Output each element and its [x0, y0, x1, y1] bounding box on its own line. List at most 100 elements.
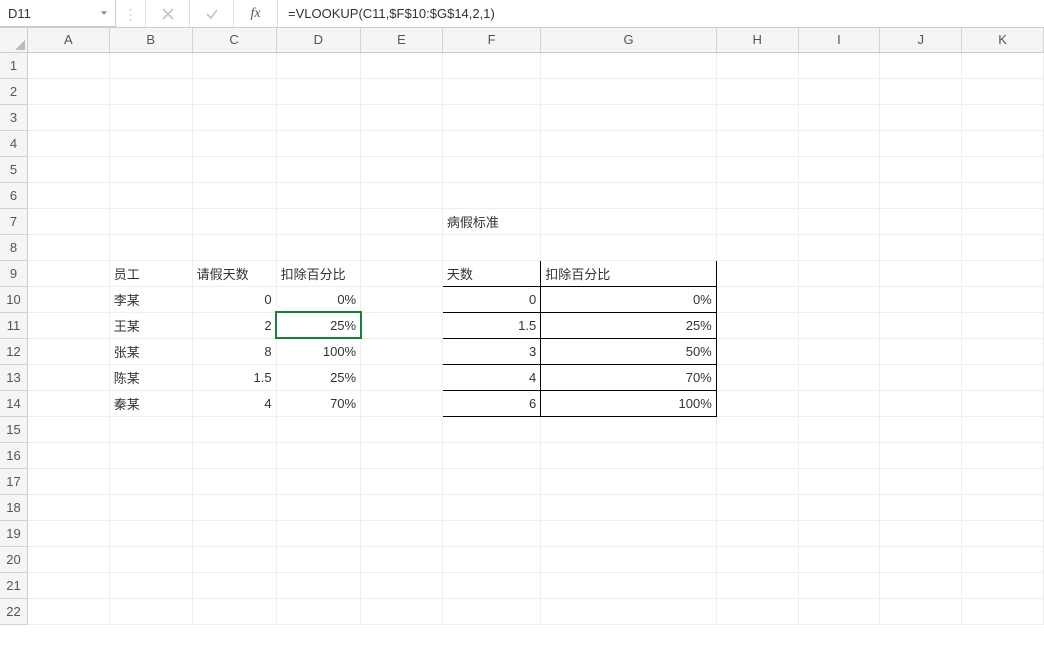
cell-F14[interactable]: 6	[442, 390, 540, 416]
cell-G13[interactable]: 70%	[541, 364, 717, 390]
cell-C13[interactable]: 1.5	[192, 364, 276, 390]
cell-D8[interactable]	[276, 234, 361, 260]
cell-H20[interactable]	[716, 546, 798, 572]
cell-F5[interactable]	[442, 156, 540, 182]
cell-E18[interactable]	[361, 494, 443, 520]
cell-I4[interactable]	[798, 130, 880, 156]
cell-E17[interactable]	[361, 468, 443, 494]
cell-G10[interactable]: 0%	[541, 286, 717, 312]
cell-K12[interactable]	[962, 338, 1044, 364]
cell-A22[interactable]	[27, 598, 109, 624]
cell-A10[interactable]	[27, 286, 109, 312]
cell-G6[interactable]	[541, 182, 717, 208]
cell-G17[interactable]	[541, 468, 717, 494]
cell-B18[interactable]	[109, 494, 192, 520]
name-box[interactable]: D11	[0, 0, 116, 27]
cell-H7[interactable]	[716, 208, 798, 234]
cell-I20[interactable]	[798, 546, 880, 572]
cell-D6[interactable]	[276, 182, 361, 208]
cell-D5[interactable]	[276, 156, 361, 182]
cell-B16[interactable]	[109, 442, 192, 468]
cell-C4[interactable]	[192, 130, 276, 156]
row-header-16[interactable]: 16	[0, 442, 27, 468]
cell-I11[interactable]	[798, 312, 880, 338]
cell-D10[interactable]: 0%	[276, 286, 361, 312]
cell-F11[interactable]: 1.5	[442, 312, 540, 338]
cell-E5[interactable]	[361, 156, 443, 182]
cell-I14[interactable]	[798, 390, 880, 416]
cell-J5[interactable]	[880, 156, 962, 182]
cell-F3[interactable]	[442, 104, 540, 130]
cell-C7[interactable]	[192, 208, 276, 234]
row-header-7[interactable]: 7	[0, 208, 27, 234]
column-header-K[interactable]: K	[962, 28, 1044, 52]
cell-G16[interactable]	[541, 442, 717, 468]
cell-E9[interactable]	[361, 260, 443, 286]
cell-H3[interactable]	[716, 104, 798, 130]
cell-G21[interactable]	[541, 572, 717, 598]
cell-D18[interactable]	[276, 494, 361, 520]
cell-G18[interactable]	[541, 494, 717, 520]
cell-E15[interactable]	[361, 416, 443, 442]
cell-K9[interactable]	[962, 260, 1044, 286]
row-header-13[interactable]: 13	[0, 364, 27, 390]
cell-B6[interactable]	[109, 182, 192, 208]
cell-I9[interactable]	[798, 260, 880, 286]
cell-I10[interactable]	[798, 286, 880, 312]
cell-J2[interactable]	[880, 78, 962, 104]
cell-K2[interactable]	[962, 78, 1044, 104]
row-header-11[interactable]: 11	[0, 312, 27, 338]
cell-H11[interactable]	[716, 312, 798, 338]
column-header-J[interactable]: J	[880, 28, 962, 52]
cell-E6[interactable]	[361, 182, 443, 208]
formula-input[interactable]	[278, 0, 1044, 27]
cell-K22[interactable]	[962, 598, 1044, 624]
cell-E22[interactable]	[361, 598, 443, 624]
column-header-G[interactable]: G	[541, 28, 717, 52]
row-header-4[interactable]: 4	[0, 130, 27, 156]
cell-A20[interactable]	[27, 546, 109, 572]
cell-H9[interactable]	[716, 260, 798, 286]
cell-A4[interactable]	[27, 130, 109, 156]
cell-D3[interactable]	[276, 104, 361, 130]
cell-E3[interactable]	[361, 104, 443, 130]
cell-K8[interactable]	[962, 234, 1044, 260]
cell-C6[interactable]	[192, 182, 276, 208]
cell-B14[interactable]: 秦某	[109, 390, 192, 416]
cell-J14[interactable]	[880, 390, 962, 416]
cell-C2[interactable]	[192, 78, 276, 104]
cell-B11[interactable]: 王某	[109, 312, 192, 338]
cell-J3[interactable]	[880, 104, 962, 130]
cell-C21[interactable]	[192, 572, 276, 598]
cell-D4[interactable]	[276, 130, 361, 156]
cell-A12[interactable]	[27, 338, 109, 364]
cell-I8[interactable]	[798, 234, 880, 260]
cell-D13[interactable]: 25%	[276, 364, 361, 390]
cell-H2[interactable]	[716, 78, 798, 104]
cell-I15[interactable]	[798, 416, 880, 442]
cell-B4[interactable]	[109, 130, 192, 156]
cell-H17[interactable]	[716, 468, 798, 494]
row-header-22[interactable]: 22	[0, 598, 27, 624]
row-header-9[interactable]: 9	[0, 260, 27, 286]
cell-F15[interactable]	[442, 416, 540, 442]
cell-D16[interactable]	[276, 442, 361, 468]
cell-D14[interactable]: 70%	[276, 390, 361, 416]
cell-I22[interactable]	[798, 598, 880, 624]
cell-B17[interactable]	[109, 468, 192, 494]
cell-I6[interactable]	[798, 182, 880, 208]
cell-G22[interactable]	[541, 598, 717, 624]
cell-H4[interactable]	[716, 130, 798, 156]
cell-B3[interactable]	[109, 104, 192, 130]
cell-J11[interactable]	[880, 312, 962, 338]
cell-B1[interactable]	[109, 52, 192, 78]
cell-G20[interactable]	[541, 546, 717, 572]
cell-K17[interactable]	[962, 468, 1044, 494]
cell-B10[interactable]: 李某	[109, 286, 192, 312]
cell-F6[interactable]	[442, 182, 540, 208]
cell-C9[interactable]: 请假天数	[192, 260, 276, 286]
row-header-17[interactable]: 17	[0, 468, 27, 494]
cell-A15[interactable]	[27, 416, 109, 442]
row-header-6[interactable]: 6	[0, 182, 27, 208]
column-header-H[interactable]: H	[716, 28, 798, 52]
